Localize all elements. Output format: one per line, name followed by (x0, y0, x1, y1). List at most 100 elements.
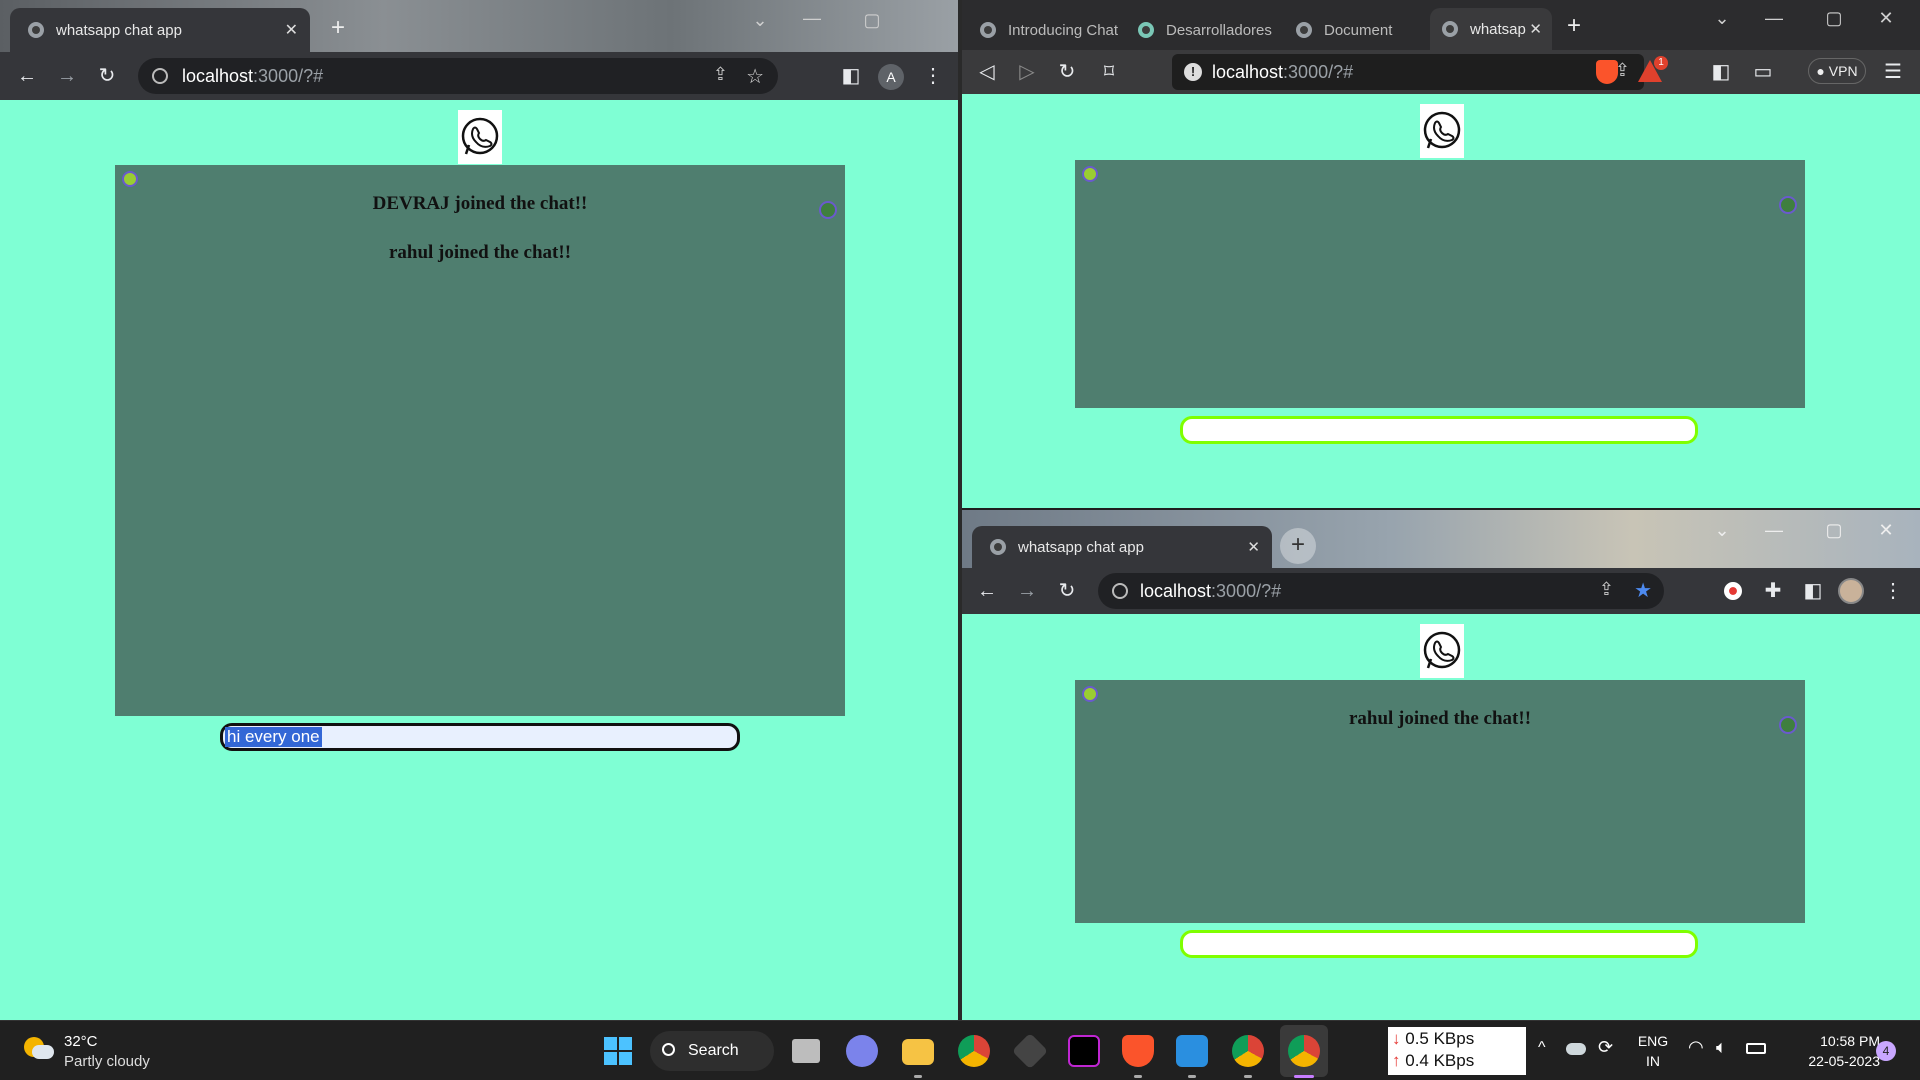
menu-kebab-icon[interactable]: ⋮ (920, 64, 946, 88)
language-indicator[interactable]: ENG IN (1636, 1031, 1670, 1071)
side-panel-icon[interactable]: ◧ (838, 64, 864, 88)
record-extension-icon[interactable] (1724, 582, 1742, 600)
bookmark-star-icon[interactable]: ☆ (746, 64, 764, 89)
forward-button[interactable]: → (1014, 579, 1040, 603)
chat-messages-box (1075, 160, 1805, 408)
onedrive-icon[interactable] (1566, 1043, 1586, 1055)
forward-button[interactable]: → (54, 64, 80, 88)
left-browser-window: whatsapp chat app ✕ + ⌄ — ▢ ← → ↻ localh… (0, 0, 958, 1020)
intellij-icon[interactable] (1068, 1035, 1100, 1067)
close-tab-icon[interactable]: ✕ (1529, 20, 1542, 38)
windows-logo-icon (604, 1037, 632, 1065)
minimize-button[interactable]: — (1762, 8, 1786, 28)
tab-whatsapp-chat-app[interactable]: whatsapp chat app ✕ (972, 526, 1272, 568)
down-arrow-icon: ↓ (1392, 1029, 1401, 1048)
taskbar-search-button[interactable]: Search (650, 1031, 774, 1071)
weather-widget[interactable]: 32°C Partly cloudy (20, 1031, 200, 1073)
chrome-toolbar: ← → ↻ localhost:3000/?# ⇪ ★ ✚ ◧ ⋮ (962, 568, 1920, 614)
maximize-button[interactable]: ▢ (1822, 8, 1846, 28)
chat-message: rahul joined the chat!! (1348, 708, 1532, 729)
maximize-button[interactable]: ▢ (1822, 520, 1846, 540)
volume-icon[interactable]: 🔈︎ (1716, 1037, 1727, 1058)
chrome-profile-a-icon[interactable] (1288, 1035, 1320, 1067)
brave-browser-icon[interactable] (1122, 1035, 1154, 1067)
openai-icon (980, 22, 996, 38)
globe-icon (1442, 21, 1458, 37)
tab-desarrolladores[interactable]: Desarrolladores (1130, 10, 1280, 50)
right-bottom-page: rahul joined the chat!! (962, 614, 1920, 1020)
message-input[interactable] (1180, 930, 1698, 958)
weather-temp: 32°C (64, 1033, 98, 1050)
active-indicator (1294, 1075, 1314, 1078)
bookmark-icon[interactable]: ⌑ (1096, 60, 1122, 84)
tab-title: whatsapp chat app (1018, 538, 1144, 556)
address-bar[interactable]: localhost:3000/?# ⇪ ★ (1098, 573, 1664, 609)
minimize-button[interactable]: — (1762, 520, 1786, 540)
whatsapp-logo-icon (1420, 104, 1464, 158)
close-window-button[interactable]: ✕ (1874, 520, 1898, 540)
bookmark-star-icon[interactable]: ★ (1634, 578, 1652, 603)
task-view-icon[interactable] (792, 1039, 820, 1063)
wallet-icon[interactable]: ▭ (1750, 60, 1776, 84)
chat-messages-box: rahul joined the chat!! (1075, 680, 1805, 923)
tab-search-icon[interactable]: ⌄ (1710, 520, 1734, 540)
extensions-puzzle-icon[interactable]: ✚ (1760, 579, 1786, 603)
teams-chat-icon[interactable] (846, 1035, 878, 1067)
lang-bottom: IN (1646, 1053, 1660, 1069)
notification-badge[interactable]: 4 (1876, 1041, 1896, 1061)
tab-introducing-chat[interactable]: Introducing Chat (972, 10, 1122, 50)
menu-icon[interactable]: ☰ (1880, 60, 1906, 84)
new-tab-button[interactable]: + (326, 16, 350, 40)
share-icon[interactable]: ⇪ (713, 64, 728, 85)
close-tab-icon[interactable]: ✕ (1247, 538, 1260, 556)
file-explorer-icon[interactable] (902, 1039, 934, 1065)
sidebar-icon[interactable]: ◧ (1708, 60, 1734, 84)
new-tab-button[interactable]: + (1562, 14, 1586, 38)
clock[interactable]: 10:58 PM 22-05-2023 (1780, 1031, 1880, 1071)
clock-time: 10:58 PM (1820, 1033, 1880, 1049)
message-input[interactable]: hi every one (220, 723, 740, 751)
right-bottom-browser-window: whatsapp chat app ✕ + ⌄ — ▢ ✕ ← → ↻ loca… (962, 510, 1920, 1020)
address-bar[interactable]: localhost:3000/?# ⇪ ☆ (138, 58, 778, 94)
share-icon[interactable]: ⇪ (1599, 579, 1614, 600)
chrome-icon[interactable] (958, 1035, 990, 1067)
menu-kebab-icon[interactable]: ⋮ (1880, 579, 1906, 603)
close-tab-icon[interactable]: ✕ (285, 20, 298, 40)
tab-document[interactable]: Document (1288, 10, 1438, 50)
tab-search-icon[interactable]: ⌄ (748, 10, 772, 30)
reload-button[interactable]: ↻ (1054, 579, 1080, 603)
back-button[interactable]: ← (974, 579, 1000, 603)
tab-whatsapp-chat-app[interactable]: whatsapp chat app ✕ (1430, 8, 1552, 50)
tab-search-icon[interactable]: ⌄ (1710, 8, 1734, 28)
new-tab-button[interactable]: + (1280, 528, 1316, 564)
back-button[interactable]: ← (14, 64, 40, 88)
profile-avatar[interactable]: A (878, 64, 904, 90)
start-button[interactable] (604, 1037, 632, 1065)
status-dot-green (122, 171, 138, 187)
back-button[interactable]: ◁ (974, 60, 1000, 84)
message-input[interactable] (1180, 416, 1698, 444)
close-window-button[interactable]: ✕ (1874, 8, 1898, 28)
chrome-profile-icon[interactable] (1232, 1035, 1264, 1067)
address-bar[interactable]: ! localhost:3000/?# ⇪ (1172, 54, 1644, 90)
unity-icon[interactable] (1011, 1032, 1049, 1070)
side-panel-icon[interactable]: ◧ (1800, 579, 1826, 603)
tab-whatsapp-chat-app[interactable]: whatsapp chat app ✕ (10, 8, 310, 52)
sync-icon[interactable]: ⟳ (1598, 1037, 1613, 1058)
wifi-icon[interactable]: ◠ (1688, 1037, 1704, 1058)
brave-shields-icon[interactable] (1596, 60, 1618, 84)
tray-overflow-icon[interactable]: ^ (1538, 1039, 1546, 1057)
url-path: :3000/?# (1211, 580, 1282, 601)
net-up: 0.4 KBps (1405, 1051, 1475, 1070)
minimize-button[interactable]: — (800, 8, 824, 28)
profile-avatar[interactable] (1838, 578, 1864, 604)
reload-button[interactable]: ↻ (94, 64, 120, 88)
battery-icon[interactable] (1746, 1043, 1766, 1054)
status-dot-dark (1779, 196, 1797, 214)
vpn-button[interactable]: ● VPN (1808, 58, 1866, 84)
forward-button[interactable]: ▷ (1014, 60, 1040, 84)
restore-button[interactable]: ▢ (860, 10, 884, 30)
reload-button[interactable]: ↻ (1054, 60, 1080, 84)
left-toolbar: ← → ↻ localhost:3000/?# ⇪ ☆ ◧ A ⋮ (0, 52, 958, 100)
vscode-icon[interactable] (1176, 1035, 1208, 1067)
